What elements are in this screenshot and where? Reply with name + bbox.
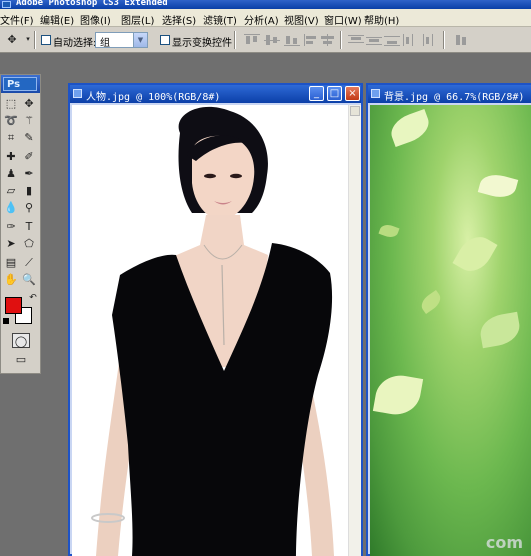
auto-align-layers-icon[interactable] [454,34,470,46]
leaf [386,108,434,148]
distribute-vcenter-icon[interactable] [366,34,382,46]
auto-select-value: 组 [100,38,110,49]
watermark: com [485,533,523,552]
app-title: Adobe Photoshop CS3 Extended [16,0,168,8]
default-colors-icon[interactable] [3,318,9,324]
menu-window[interactable]: 窗口(W) [324,12,362,27]
menu-edit[interactable]: 编辑(E) [40,12,74,27]
shape-tool-icon[interactable]: ⬠ [21,236,37,251]
hand-tool-icon[interactable]: ✋ [3,272,19,287]
magic-wand-tool-icon[interactable]: ⚚ [21,113,37,128]
document-title: 人物.jpg @ 100%(RGB/8#) [86,92,221,103]
menu-help[interactable]: 帮助(H) [364,12,399,27]
maximize-button[interactable]: □ [327,86,342,101]
swap-colors-icon[interactable]: ↶ [25,291,41,306]
document-icon [73,89,82,98]
person-photo [91,106,334,556]
auto-select-checkbox[interactable] [41,35,51,45]
leaf [477,311,523,349]
leaf [372,371,424,419]
show-transform-checkbox[interactable] [160,35,170,45]
align-hcenter-icon[interactable] [320,34,336,46]
crop-tool-icon[interactable]: ⌗ [3,130,19,145]
align-vcenter-icon[interactable] [264,34,280,46]
separator [443,31,445,49]
document-titlebar[interactable]: 背景.jpg @ 66.7%(RGB/8#) [368,85,531,103]
toolbox-logo: Ps [3,77,37,91]
distribute-left-icon[interactable] [402,34,418,46]
menu-layer[interactable]: 图层(L) [121,12,154,27]
quick-mask-icon[interactable]: ◯ [12,333,30,348]
document-window-background: 背景.jpg @ 66.7%(RGB/8#) [366,83,531,556]
scroll-up-button[interactable] [350,106,360,116]
marquee-tool-icon[interactable]: ⬚ [3,96,19,111]
menu-select[interactable]: 选择(S) [162,12,196,27]
notes-tool-icon[interactable]: ▤ [3,255,19,270]
screen-mode-icon[interactable]: ▭ [12,352,30,367]
vertical-scrollbar[interactable] [348,105,361,556]
zoom-tool-icon[interactable]: 🔍 [21,272,37,287]
menu-view[interactable]: 视图(V) [284,12,319,27]
minimize-button[interactable]: _ [309,86,324,101]
show-transform-label: 显示变换控件 [172,38,232,49]
dodge-tool-icon[interactable]: ⚲ [21,200,37,215]
slice-tool-icon[interactable]: ✎ [21,130,37,145]
chevron-down-icon: ▼ [133,33,147,47]
align-top-icon[interactable] [244,34,260,46]
leaf [452,230,498,278]
toolbox-panel: Ps ⬚ ✥ ➰ ⚚ ⌗ ✎ ✚ ✐ ♟ ✒ ▱ ▮ 💧 ⚲ ✑ T ➤ ⬠ ▤… [0,74,41,374]
brush-tool-icon[interactable]: ✐ [21,149,37,164]
align-bottom-icon[interactable] [284,34,300,46]
distribute-hcenter-icon[interactable] [420,34,436,46]
path-selection-tool-icon[interactable]: ➤ [3,236,19,251]
menu-file[interactable]: 文件(F) [0,12,34,27]
eyedropper-tool-icon[interactable]: ⟋ [21,255,37,270]
document-canvas[interactable] [72,105,350,556]
document-icon [371,89,380,98]
clone-stamp-tool-icon[interactable]: ♟ [3,166,19,181]
document-titlebar[interactable]: 人物.jpg @ 100%(RGB/8#) _ □ × [70,85,361,103]
separator [34,31,36,49]
pen-tool-icon[interactable]: ✑ [3,219,19,234]
app-titlebar: Adobe Photoshop CS3 Extended [0,0,531,9]
auto-select-label: 自动选择: [53,38,97,49]
options-bar: ✥ ▾ 自动选择: 组 ▼ 显示变换控件 [0,27,531,53]
distribute-bottom-icon[interactable] [384,34,400,46]
document-canvas[interactable] [370,105,531,556]
separator [234,31,236,49]
menu-bar: 文件(F) 编辑(E) 图像(I) 图层(L) 选择(S) 滤镜(T) 分析(A… [0,9,531,27]
close-button[interactable]: × [345,86,360,101]
history-brush-tool-icon[interactable]: ✒ [21,166,37,181]
toolbox-header: Ps [1,75,40,93]
foreground-color-swatch[interactable] [5,297,22,314]
distribute-top-icon[interactable] [348,34,364,46]
eraser-tool-icon[interactable]: ▱ [3,183,19,198]
separator [340,31,342,49]
lasso-tool-icon[interactable]: ➰ [3,113,19,128]
healing-brush-tool-icon[interactable]: ✚ [3,149,19,164]
document-title: 背景.jpg @ 66.7%(RGB/8#) [384,92,525,103]
type-tool-icon[interactable]: T [21,219,37,234]
move-tool-icon[interactable]: ✥ [21,96,37,111]
leaf [477,170,519,202]
document-window-person: 人物.jpg @ 100%(RGB/8#) _ □ × [68,83,363,556]
photoshop-icon [2,1,11,8]
gradient-tool-icon[interactable]: ▮ [21,183,37,198]
menu-filter[interactable]: 滤镜(T) [203,12,237,27]
auto-select-dropdown[interactable]: 组 ▼ [95,32,148,49]
align-left-icon[interactable] [304,34,320,46]
leaf [417,289,445,315]
blur-tool-icon[interactable]: 💧 [3,200,19,215]
leaf [378,222,400,240]
menu-analysis[interactable]: 分析(A) [244,12,279,27]
move-tool-icon[interactable]: ✥ [4,32,20,47]
menu-image[interactable]: 图像(I) [80,12,111,27]
